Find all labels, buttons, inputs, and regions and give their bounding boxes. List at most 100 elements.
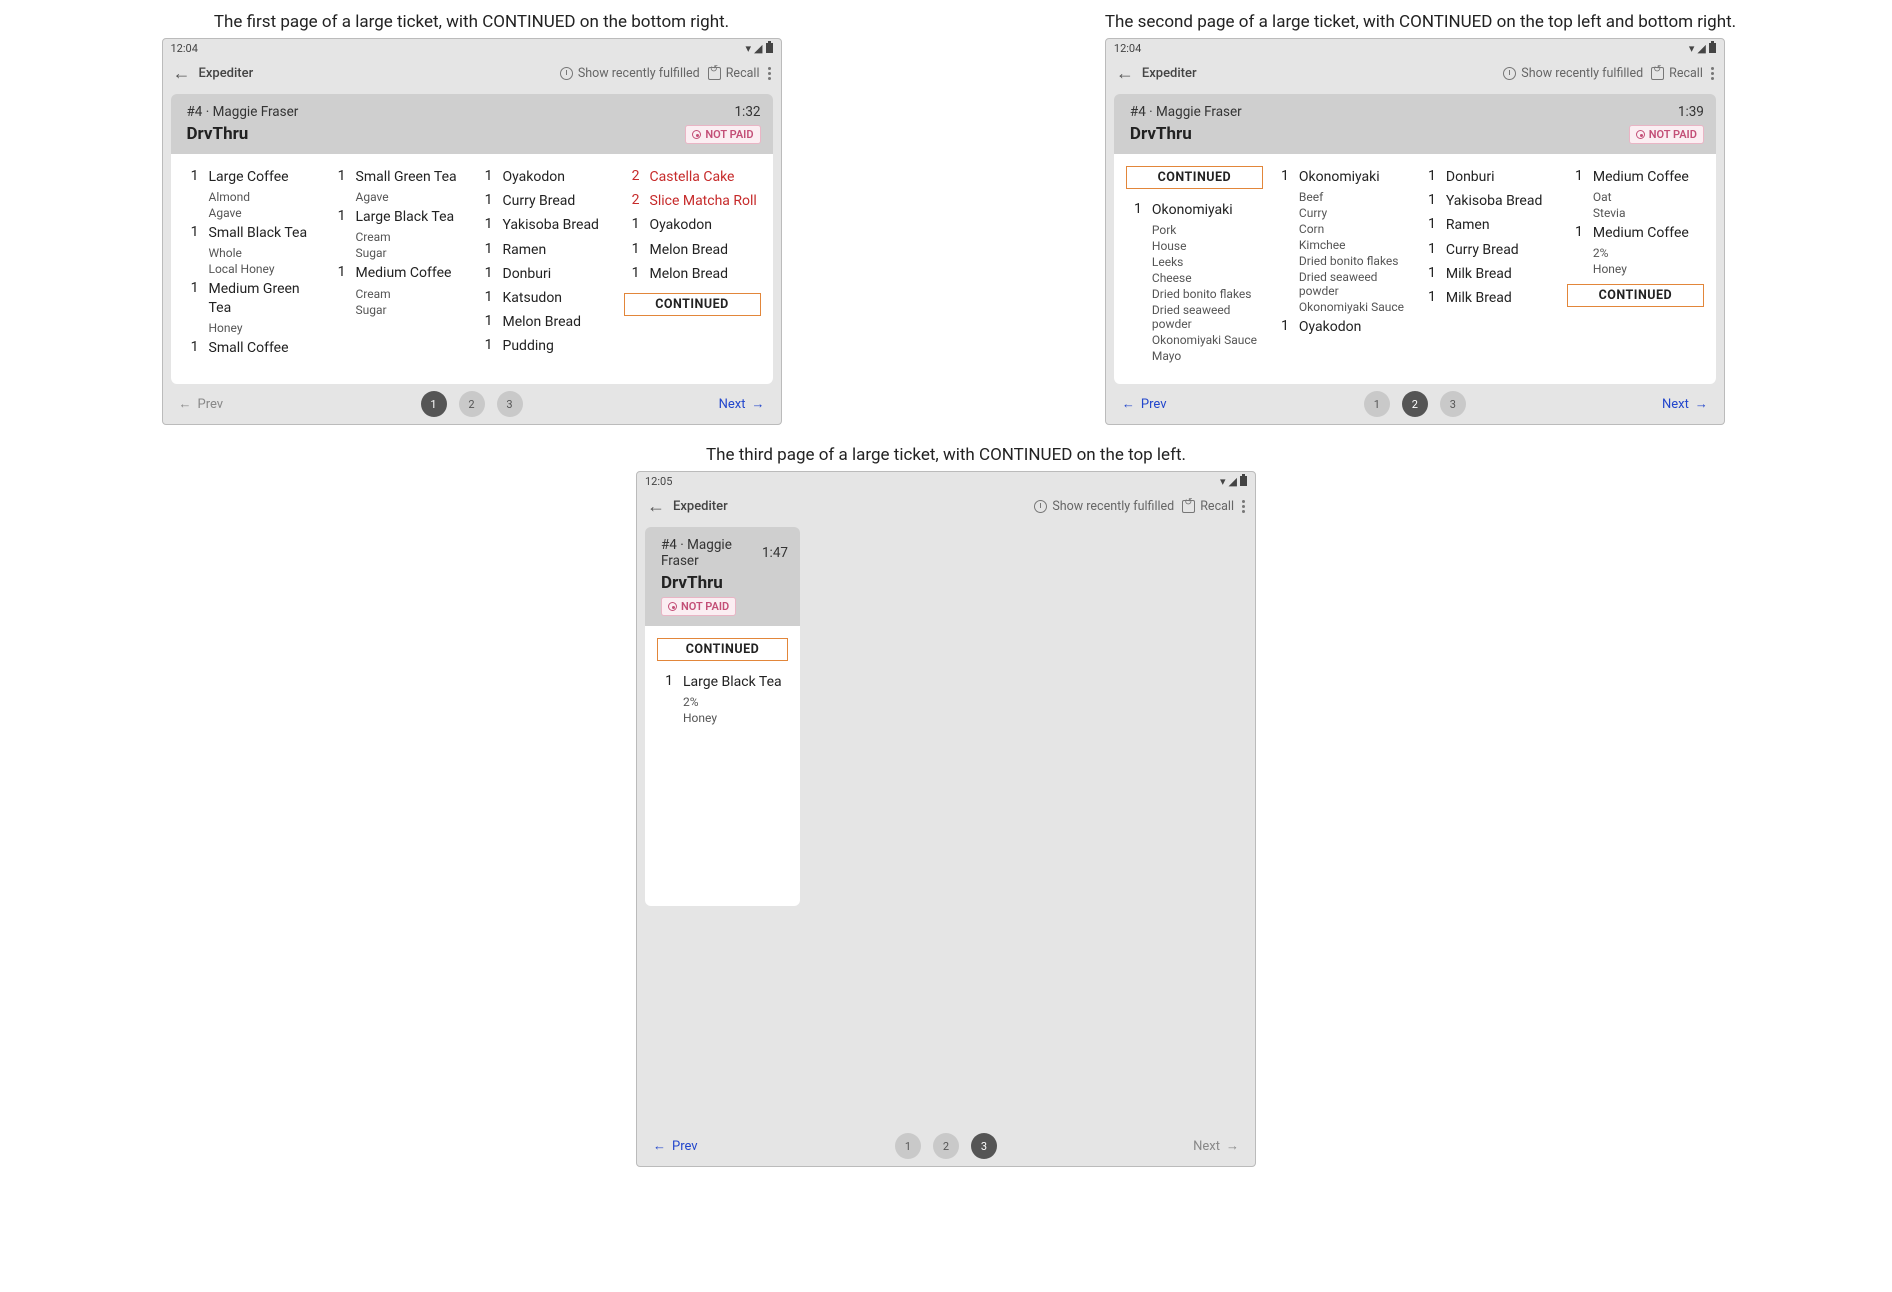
ticket-item[interactable]: 1Curry Bread <box>1418 239 1559 261</box>
item-mod: Agave <box>356 190 469 204</box>
recent-button[interactable]: Show recently fulfilled <box>560 66 700 81</box>
ticket-timer: 1:39 <box>1678 104 1704 120</box>
app-toolbar: ← Expediter Show recently fulfilled Reca… <box>1106 57 1724 94</box>
prev-label: Prev <box>198 397 224 412</box>
page-dot-2[interactable]: 2 <box>1402 391 1428 417</box>
page-dot-1[interactable]: 1 <box>421 391 447 417</box>
ticket-item[interactable]: 1Milk Bread <box>1418 287 1559 309</box>
item-name: Small Green Tea <box>356 168 465 186</box>
ticket-item[interactable]: 1 Donburi <box>475 263 616 285</box>
ticket-item[interactable]: 1Small Black Tea <box>181 222 322 244</box>
page-dot-3[interactable]: 3 <box>971 1133 997 1159</box>
item-name: Oyakodon <box>1299 318 1408 336</box>
next-button[interactable]: Next → <box>719 396 765 412</box>
not-paid-label: NOT PAID <box>1649 128 1697 141</box>
item-mod: Whole <box>209 246 322 260</box>
arrow-left-icon: ← <box>653 1138 666 1154</box>
next-label: Next <box>719 397 746 412</box>
item-mod: Stevia <box>1593 206 1706 220</box>
ticket-item[interactable]: 1Large Black Tea <box>328 206 469 228</box>
ticket-source: DrvThru <box>1130 124 1192 144</box>
page-dot-1[interactable]: 1 <box>895 1133 921 1159</box>
item-qty: 2 <box>626 192 640 210</box>
recall-button[interactable]: Recall <box>708 66 760 81</box>
ticket-item[interactable]: 2Slice Matcha Roll <box>622 190 763 212</box>
page-dot-3[interactable]: 3 <box>497 391 523 417</box>
prev-button[interactable]: ← Prev <box>653 1138 698 1154</box>
page3-wrap: The third page of a large ticket, with C… <box>636 445 1256 1167</box>
ticket-item[interactable]: 1Oyakodon <box>475 166 616 188</box>
recall-label: Recall <box>1200 499 1234 514</box>
ticket-item[interactable]: 2Castella Cake <box>622 166 763 188</box>
prev-button[interactable]: ← Prev <box>1122 396 1167 412</box>
more-icon[interactable] <box>1242 500 1245 513</box>
ticket-item[interactable]: 1Medium Coffee <box>1565 222 1706 244</box>
item-name: Small Coffee <box>209 339 318 357</box>
ticket-item[interactable]: 1Melon Bread <box>622 239 763 261</box>
recall-button[interactable]: Recall <box>1182 499 1234 514</box>
back-icon[interactable]: ← <box>173 63 191 84</box>
item-qty: 1 <box>479 265 493 283</box>
ticket-body: CONTINUED1OkonomiyakiPorkHouseLeeksChees… <box>1114 154 1716 384</box>
item-mods: CreamSugar <box>328 287 469 317</box>
not-paid-icon <box>1636 130 1645 139</box>
back-icon[interactable]: ← <box>647 496 665 517</box>
ticket-item[interactable]: 1Melon Bread <box>622 263 763 285</box>
item-name: Donburi <box>1446 168 1555 186</box>
battery-icon <box>1240 476 1247 486</box>
ticket-item[interactable]: 1Melon Bread <box>475 311 616 333</box>
item-mod: Leeks <box>1152 255 1265 269</box>
battery-icon <box>766 43 773 53</box>
ticket-item[interactable]: 1Katsudon <box>475 287 616 309</box>
item-name: Donburi <box>503 265 612 283</box>
recent-button[interactable]: Show recently fulfilled <box>1034 499 1174 514</box>
page-dot-2[interactable]: 2 <box>459 391 485 417</box>
ticket-item[interactable]: 1Large Coffee <box>181 166 322 188</box>
ticket-item[interactable]: 1Okonomiyaki <box>1271 166 1412 188</box>
ticket-item[interactable]: 1Oyakodon <box>622 214 763 236</box>
page-dot-2[interactable]: 2 <box>933 1133 959 1159</box>
back-icon[interactable]: ← <box>1116 63 1134 84</box>
page-dot-3[interactable]: 3 <box>1440 391 1466 417</box>
ticket-item[interactable]: 1Small Green Tea <box>328 166 469 188</box>
ticket-item[interactable]: 1Yakisoba Bread <box>475 214 616 236</box>
ticket-timer: 1:32 <box>734 104 760 120</box>
ticket-item[interactable]: 1Curry Bread <box>475 190 616 212</box>
ticket-timer: 1:47 <box>762 545 788 561</box>
item-mod: Cream <box>356 287 469 301</box>
clock-icon <box>560 67 573 80</box>
ticket-item[interactable]: 1Yakisoba Bread <box>1418 190 1559 212</box>
ticket-item[interactable]: 1Medium Green Tea <box>181 278 322 318</box>
device-p3: 12:05 ▾ ◢ ← Expediter Show recently fulf… <box>636 471 1256 1167</box>
ticket-item[interactable]: 1Ramen <box>1418 214 1559 236</box>
item-qty: 1 <box>185 224 199 242</box>
item-qty: 1 <box>626 241 640 259</box>
item-qty: 1 <box>1569 168 1583 186</box>
ticket-item[interactable]: 1Oyakodon <box>1271 316 1412 338</box>
item-name: Oyakodon <box>503 168 612 186</box>
ticket-item[interactable]: 1Small Coffee <box>181 337 322 359</box>
recent-button[interactable]: Show recently fulfilled <box>1503 66 1643 81</box>
ticket-item[interactable]: 1Okonomiyaki <box>1124 199 1265 221</box>
page-dot-1[interactable]: 1 <box>1364 391 1390 417</box>
ticket-col: 1OkonomiyakiBeefCurryCornKimcheeDried bo… <box>1271 166 1412 363</box>
ticket-item[interactable]: 1Donburi <box>1418 166 1559 188</box>
clock-icon <box>1503 67 1516 80</box>
next-button[interactable]: Next → <box>1662 396 1708 412</box>
item-qty: 1 <box>479 337 493 355</box>
ticket-item[interactable]: 1Pudding <box>475 335 616 357</box>
ticket-item[interactable]: 1Medium Coffee <box>1565 166 1706 188</box>
ticket-item[interactable]: 1Large Black Tea <box>655 671 790 693</box>
recall-button[interactable]: Recall <box>1651 66 1703 81</box>
ticket-item[interactable]: 1Milk Bread <box>1418 263 1559 285</box>
continued-label: CONTINUED <box>1567 284 1704 307</box>
item-mod: Dried bonito flakes <box>1299 254 1412 268</box>
more-icon[interactable] <box>768 67 771 80</box>
ticket-item[interactable]: 1Medium Coffee <box>328 262 469 284</box>
item-mod: Oat <box>1593 190 1706 204</box>
page2-wrap: The second page of a large ticket, with … <box>1105 12 1736 425</box>
more-icon[interactable] <box>1711 67 1714 80</box>
pager: ← Prev 1 2 3 Next → <box>1106 384 1724 424</box>
item-mod: Okonomiyaki Sauce <box>1299 300 1412 314</box>
ticket-item[interactable]: 1Ramen <box>475 239 616 261</box>
